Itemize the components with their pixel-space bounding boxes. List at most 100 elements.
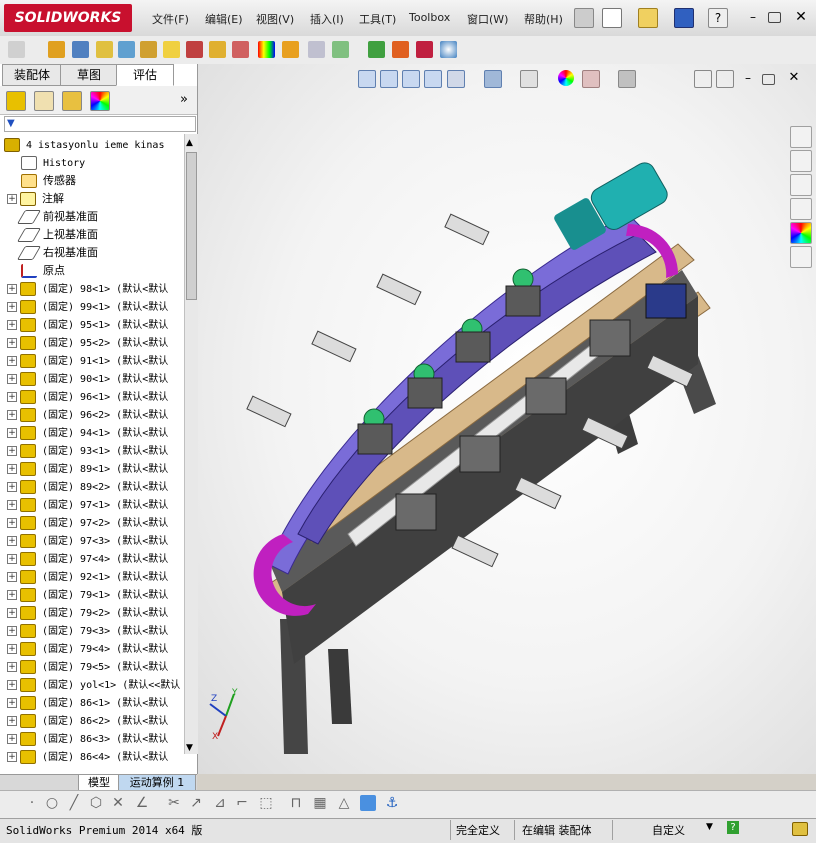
dimension-icon[interactable]: ⊓: [288, 795, 304, 811]
task-pane-home-icon[interactable]: [790, 126, 812, 148]
expand-icon[interactable]: +: [7, 626, 17, 636]
tab-sketch[interactable]: 草图: [60, 64, 118, 86]
tree-item[interactable]: + (固定) 86<2> (默认<默认: [0, 712, 184, 730]
expand-icon[interactable]: +: [7, 320, 17, 330]
tree-root[interactable]: 4 istasyonlu ieme kinas: [0, 136, 184, 154]
help-status-icon[interactable]: ?: [727, 821, 739, 834]
dashed-box-icon[interactable]: ⬚: [258, 795, 274, 811]
expand-panel-icon[interactable]: »: [180, 92, 188, 107]
tree-item[interactable]: + (固定) 89<2> (默认<默认: [0, 478, 184, 496]
cross-icon[interactable]: ✕: [110, 795, 126, 811]
tree-item[interactable]: + (固定) 99<1> (默认<默认: [0, 298, 184, 316]
menu-tools[interactable]: 工具(T): [359, 11, 396, 27]
expand-icon[interactable]: +: [7, 644, 17, 654]
polygon-icon[interactable]: ⬡: [88, 795, 104, 811]
expand-icon[interactable]: +: [7, 518, 17, 528]
tree-item[interactable]: + (固定) 79<5> (默认<默认: [0, 658, 184, 676]
view-orientation-icon[interactable]: [447, 70, 465, 88]
menu-insert[interactable]: 插入(I): [310, 11, 344, 27]
scroll-down-icon[interactable]: ▼: [186, 743, 193, 753]
line-icon[interactable]: ╱: [66, 795, 82, 811]
expand-icon[interactable]: +: [7, 428, 17, 438]
expand-icon[interactable]: +: [7, 194, 17, 204]
tree-item[interactable]: 右视基准面: [0, 244, 184, 262]
zoom-to-fit-icon[interactable]: [358, 70, 376, 88]
expand-icon[interactable]: +: [7, 302, 17, 312]
anchor-icon[interactable]: ⚓: [384, 795, 400, 811]
tree-item[interactable]: + 注解: [0, 190, 184, 208]
tree-item[interactable]: + (固定) 90<1> (默认<默认: [0, 370, 184, 388]
tree-item[interactable]: + (固定) 86<1> (默认<默认: [0, 694, 184, 712]
expand-icon[interactable]: +: [7, 680, 17, 690]
open-folder-icon[interactable]: [638, 8, 658, 28]
close-window-icon[interactable]: ✕: [792, 8, 810, 26]
zoom-area-icon[interactable]: [380, 70, 398, 88]
minimize-window-icon[interactable]: –: [744, 8, 762, 26]
expand-icon[interactable]: +: [7, 464, 17, 474]
menu-file[interactable]: 文件(F): [152, 11, 189, 27]
expand-icon[interactable]: +: [7, 572, 17, 582]
expand-icon[interactable]: +: [7, 374, 17, 384]
tree-item[interactable]: + (固定) 97<4> (默认<默认: [0, 550, 184, 568]
previous-view-icon[interactable]: [402, 70, 420, 88]
viewport-layout-icon[interactable]: [716, 70, 734, 88]
tree-item[interactable]: + (固定) 96<2> (默认<默认: [0, 406, 184, 424]
symmetry-icon[interactable]: [332, 41, 349, 58]
expand-icon[interactable]: +: [7, 716, 17, 726]
pin-icon[interactable]: [574, 8, 594, 28]
expand-icon[interactable]: +: [7, 734, 17, 744]
tree-item[interactable]: + (固定) 86<4> (默认<默认: [0, 748, 184, 766]
apply-scene-icon[interactable]: [582, 70, 600, 88]
expand-icon[interactable]: +: [7, 356, 17, 366]
expand-icon[interactable]: +: [7, 752, 17, 762]
trim-icon[interactable]: ✂: [166, 795, 182, 811]
view-settings-icon[interactable]: [618, 70, 636, 88]
property-manager-icon[interactable]: [34, 91, 54, 111]
expand-icon[interactable]: +: [7, 392, 17, 402]
scroll-up-icon[interactable]: ▲: [186, 138, 193, 148]
edit-appearance-icon[interactable]: [558, 70, 574, 86]
circle-icon[interactable]: ○: [44, 795, 60, 811]
hide-show-items-icon[interactable]: [520, 70, 538, 88]
menu-view[interactable]: 视图(V): [256, 11, 294, 27]
view-palette-icon[interactable]: [790, 198, 812, 220]
costing-icon[interactable]: [392, 41, 409, 58]
mass-properties-icon[interactable]: [96, 41, 113, 58]
expand-icon[interactable]: +: [7, 284, 17, 294]
restore-window-icon[interactable]: [768, 12, 781, 23]
extend-icon[interactable]: ↗: [188, 795, 204, 811]
tree-item[interactable]: 原点: [0, 262, 184, 280]
display-style-icon[interactable]: [484, 70, 502, 88]
expand-icon[interactable]: +: [7, 698, 17, 708]
sustainability-icon[interactable]: [416, 41, 433, 58]
expand-icon[interactable]: +: [7, 536, 17, 546]
tree-item[interactable]: + (固定) 79<3> (默认<默认: [0, 622, 184, 640]
expand-icon[interactable]: +: [7, 608, 17, 618]
measure-icon[interactable]: [48, 41, 65, 58]
expand-icon[interactable]: +: [7, 500, 17, 510]
units-selector[interactable]: 自定义: [652, 822, 685, 838]
tree-item[interactable]: + (固定) 79<2> (默认<默认: [0, 604, 184, 622]
simulation-icon[interactable]: [368, 41, 385, 58]
grid-icon[interactable]: ▦: [312, 795, 328, 811]
viewport-split-icon[interactable]: [694, 70, 712, 88]
tree-item[interactable]: History: [0, 154, 184, 172]
menu-help[interactable]: 帮助(H): [524, 11, 563, 27]
tree-item[interactable]: + (固定) 97<2> (默认<默认: [0, 514, 184, 532]
tree-item[interactable]: + (固定) 98<1> (默认<默认: [0, 280, 184, 298]
tree-item[interactable]: + (固定) 95<1> (默认<默认: [0, 316, 184, 334]
tree-item[interactable]: + (固定) yol<1> (默认<<默认: [0, 676, 184, 694]
menu-edit[interactable]: 编辑(E): [205, 11, 243, 27]
point-icon[interactable]: ·: [24, 795, 40, 811]
configuration-manager-icon[interactable]: [62, 91, 82, 111]
expand-icon[interactable]: +: [7, 446, 17, 456]
render-icon[interactable]: [440, 41, 457, 58]
offset-icon[interactable]: ⊿: [212, 795, 228, 811]
solidworks-logo[interactable]: SOLIDWORKS: [4, 4, 132, 32]
tree-item[interactable]: + (固定) 79<1> (默认<默认: [0, 586, 184, 604]
options-icon[interactable]: [8, 41, 25, 58]
angle-icon[interactable]: ∠: [134, 795, 150, 811]
appearances-icon[interactable]: [790, 222, 812, 244]
tree-item[interactable]: + (固定) 93<1> (默认<默认: [0, 442, 184, 460]
section-view-icon[interactable]: [424, 70, 442, 88]
